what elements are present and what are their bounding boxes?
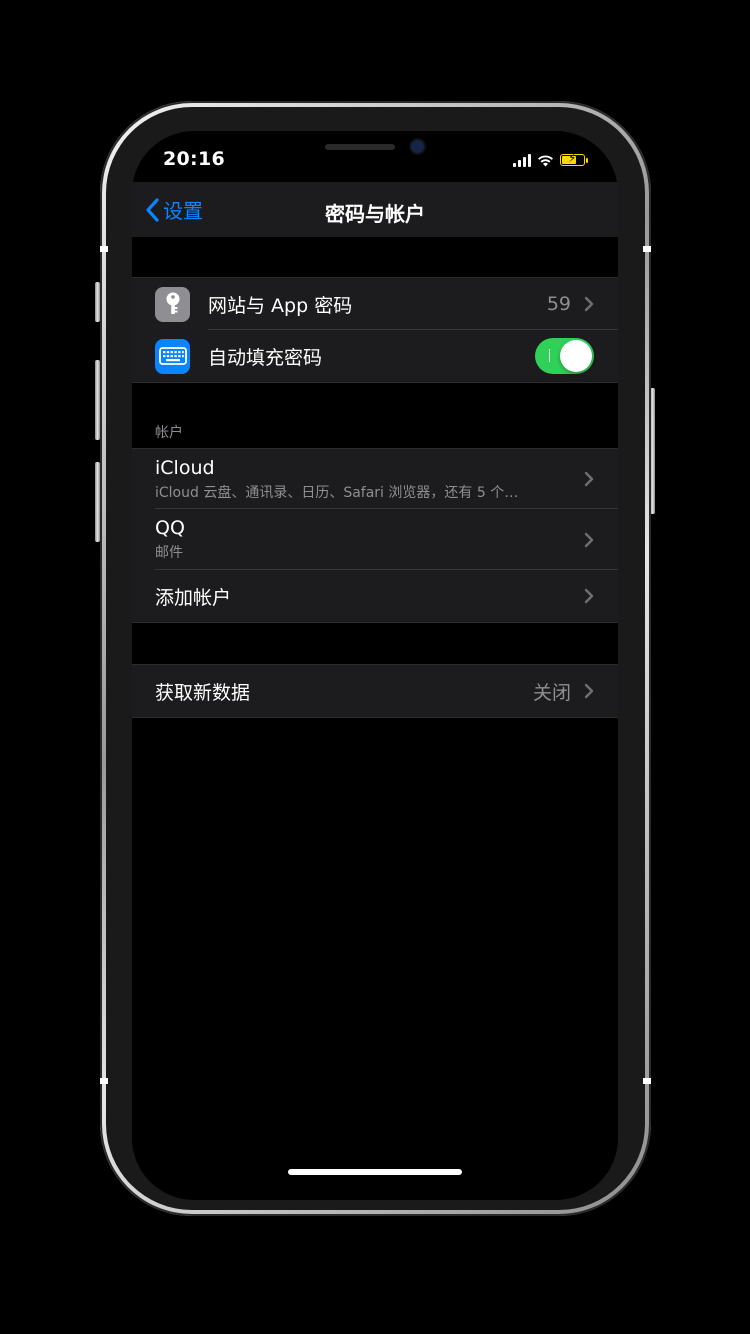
- passwords-group: 网站与 App 密码 59 自动填充密码: [132, 277, 618, 383]
- status-icons: ⚡: [513, 152, 588, 168]
- antenna-line: [100, 246, 108, 252]
- keyboard-icon: [155, 338, 190, 374]
- account-detail: iCloud 云盘、通讯录、日历、Safari 浏览器，还有 5 个…: [155, 484, 519, 501]
- account-row-qq[interactable]: QQ 邮件: [132, 509, 618, 570]
- chevron-right-icon: [584, 683, 594, 699]
- account-name: QQ: [155, 517, 185, 539]
- add-account-row[interactable]: 添加帐户: [132, 570, 618, 622]
- battery-charging-icon: ⚡: [560, 152, 588, 166]
- account-row-icloud[interactable]: iCloud iCloud 云盘、通讯录、日历、Safari 浏览器，还有 5 …: [132, 449, 618, 509]
- fetch-new-data-row[interactable]: 获取新数据 关闭: [132, 665, 618, 717]
- fetch-new-data-value: 关闭: [532, 681, 571, 704]
- website-app-passwords-label: 网站与 App 密码: [208, 294, 353, 317]
- notch: [240, 131, 510, 171]
- chevron-right-icon: [584, 471, 594, 487]
- website-app-passwords-row[interactable]: 网站与 App 密码 59: [132, 278, 618, 330]
- account-detail: 邮件: [155, 545, 183, 561]
- key-icon: [155, 286, 190, 322]
- front-camera: [411, 140, 424, 153]
- autofill-passwords-label: 自动填充密码: [208, 346, 323, 369]
- chevron-right-icon: [584, 588, 594, 604]
- home-indicator[interactable]: [288, 1169, 462, 1175]
- antenna-line: [100, 1078, 108, 1084]
- antenna-line: [643, 246, 651, 252]
- status-time: 20:16: [163, 148, 225, 170]
- fetch-data-group: 获取新数据 关闭: [132, 664, 618, 718]
- chevron-right-icon: [584, 296, 594, 312]
- autofill-passwords-row: 自动填充密码: [132, 330, 618, 382]
- antenna-line: [643, 1078, 651, 1084]
- wifi-icon: [538, 154, 553, 166]
- fetch-new-data-label: 获取新数据: [155, 681, 251, 704]
- add-account-label: 添加帐户: [155, 586, 232, 609]
- page-title: 密码与帐户: [325, 202, 425, 226]
- password-count: 59: [546, 293, 571, 315]
- accounts-group: iCloud iCloud 云盘、通讯录、日历、Safari 浏览器，还有 5 …: [132, 448, 618, 623]
- autofill-toggle[interactable]: [535, 338, 594, 374]
- speaker-grille: [325, 144, 395, 150]
- account-name: iCloud: [155, 456, 215, 479]
- accounts-section-header: 帐户: [155, 425, 183, 441]
- cellular-signal-icon: [513, 153, 531, 167]
- chevron-right-icon: [584, 532, 594, 547]
